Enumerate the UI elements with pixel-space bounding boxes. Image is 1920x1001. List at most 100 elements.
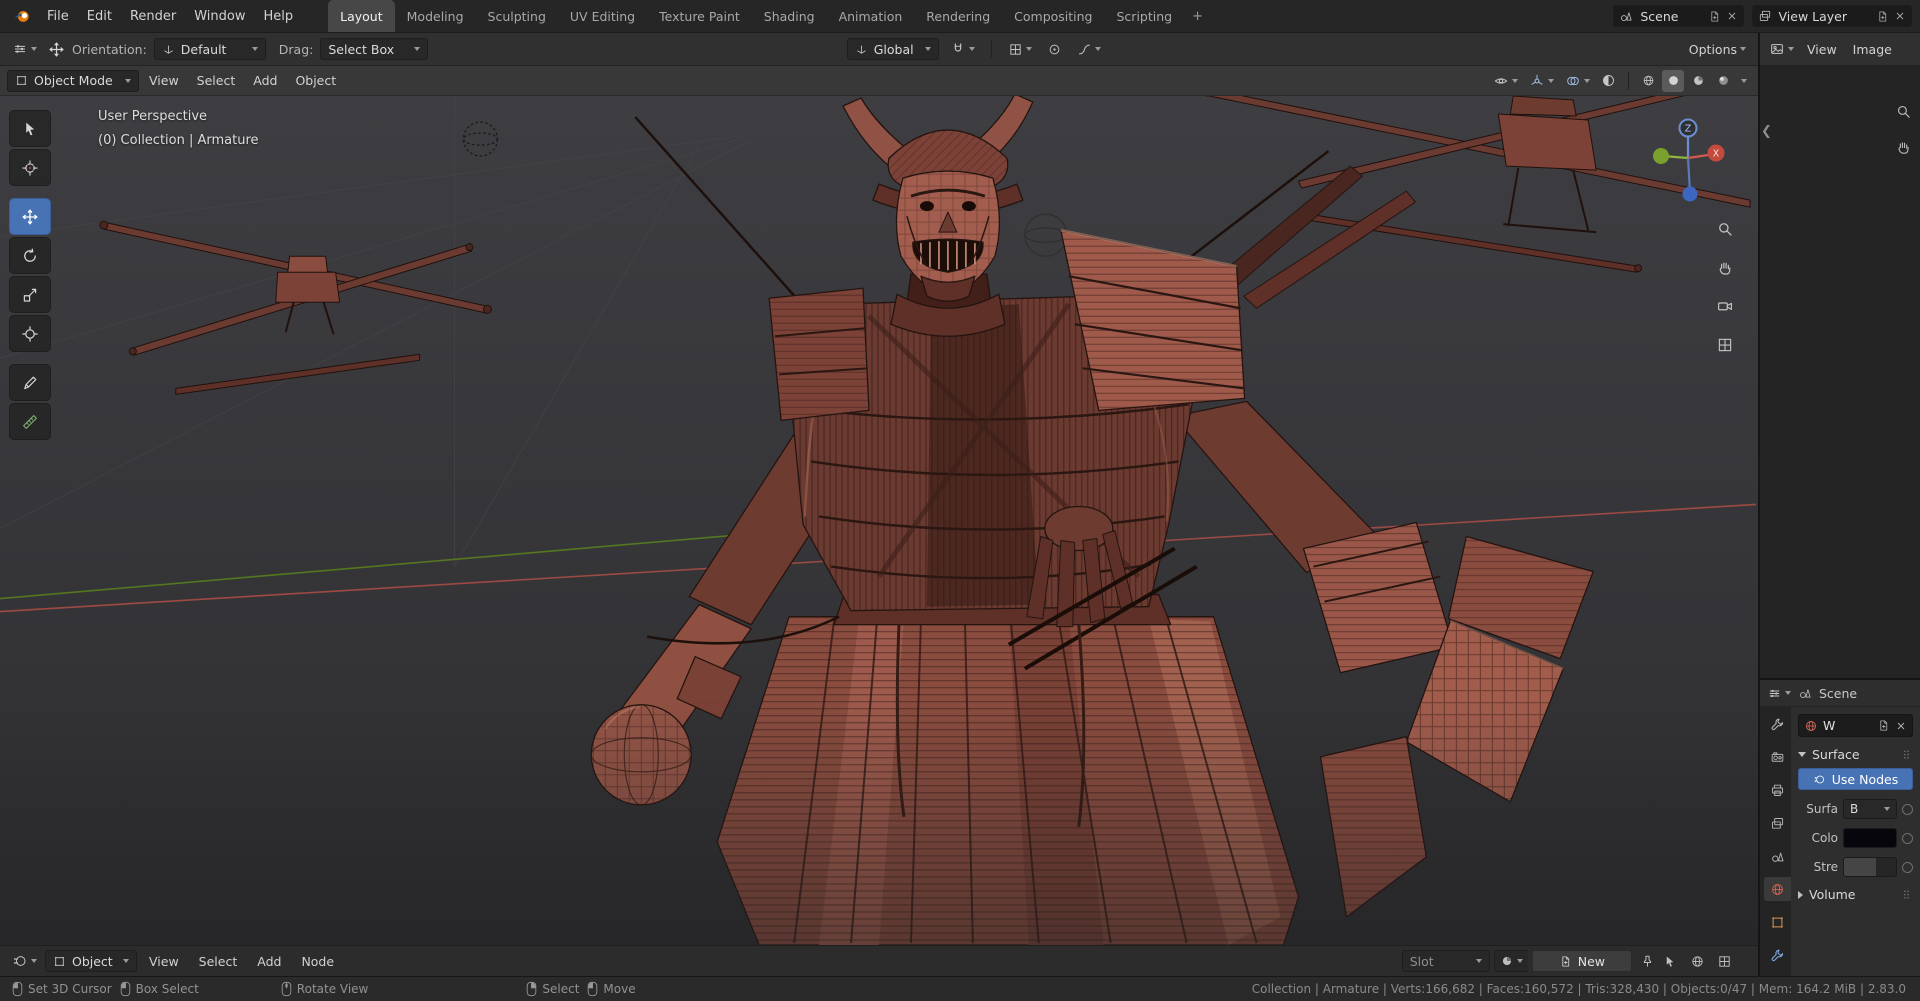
panel-grip-icon[interactable] <box>1900 888 1913 901</box>
tab-texture-paint[interactable]: Texture Paint <box>647 0 752 32</box>
new-scene-icon[interactable] <box>1708 10 1721 23</box>
tool-rotate[interactable] <box>9 237 51 274</box>
snapping-toggle[interactable] <box>946 37 979 61</box>
menu-edit[interactable]: Edit <box>78 0 121 32</box>
unlink-world-icon[interactable] <box>1895 720 1907 732</box>
object-visibility-button[interactable] <box>1489 69 1522 93</box>
zoom-control[interactable] <box>1714 218 1736 240</box>
shader-type-dropdown[interactable]: Object <box>45 950 137 972</box>
image-editor-type-button[interactable] <box>1765 37 1798 61</box>
tool-settings-editor-button[interactable] <box>8 37 41 61</box>
properties-tab-world[interactable] <box>1764 877 1791 901</box>
tab-layout[interactable]: Layout <box>328 0 395 32</box>
viewport-menu-view[interactable]: View <box>141 73 187 88</box>
cursor-snap-icon[interactable] <box>1663 954 1678 969</box>
add-workspace-button[interactable]: + <box>1184 0 1211 32</box>
shader-menu-add[interactable]: Add <box>249 954 289 969</box>
surface-section-header[interactable]: Surface <box>1798 747 1913 762</box>
xray-toggle[interactable] <box>1597 69 1620 93</box>
use-nodes-button[interactable]: Use Nodes <box>1798 768 1913 790</box>
new-view-layer-icon[interactable] <box>1876 10 1889 23</box>
menu-render[interactable]: Render <box>121 0 185 32</box>
camera-view-control[interactable] <box>1714 295 1736 317</box>
image-zoom-control[interactable] <box>1892 100 1914 122</box>
properties-tab-scene[interactable] <box>1764 844 1791 868</box>
drag-dropdown[interactable]: Select Box <box>320 38 429 60</box>
snap-grid-icon[interactable] <box>1717 954 1732 969</box>
unlink-scene-icon[interactable] <box>1726 10 1738 22</box>
color-swatch[interactable] <box>1843 828 1897 848</box>
tool-move[interactable] <box>9 198 51 235</box>
snap-target-button[interactable] <box>1004 37 1036 61</box>
properties-tab-output[interactable] <box>1764 778 1791 802</box>
properties-tab-modifiers[interactable] <box>1764 943 1791 967</box>
region-collapse-arrow[interactable]: ❮ <box>1761 124 1772 139</box>
image-menu-view[interactable]: View <box>1800 42 1844 57</box>
overlays-toggle[interactable] <box>1561 69 1594 93</box>
navigation-gizmo[interactable]: Z X <box>1648 116 1728 204</box>
shader-menu-view[interactable]: View <box>141 954 187 969</box>
tool-transform[interactable] <box>9 315 51 352</box>
browse-material-button[interactable] <box>1493 950 1528 972</box>
menu-help[interactable]: Help <box>255 0 303 32</box>
surface-animate-decorator[interactable] <box>1902 803 1913 815</box>
menu-window[interactable]: Window <box>185 0 254 32</box>
blender-logo-icon[interactable] <box>6 0 38 32</box>
panel-grip-icon[interactable] <box>1900 748 1913 761</box>
image-menu-image[interactable]: Image <box>1846 42 1899 57</box>
tab-animation[interactable]: Animation <box>827 0 915 32</box>
tab-compositing[interactable]: Compositing <box>1002 0 1104 32</box>
tool-annotate[interactable] <box>9 364 51 401</box>
menu-file[interactable]: File <box>38 0 78 32</box>
tool-cursor[interactable] <box>9 149 51 186</box>
remove-view-layer-icon[interactable] <box>1894 10 1906 22</box>
viewport-3d[interactable]: User Perspective (0) Collection | Armatu… <box>0 96 1758 945</box>
strength-slider[interactable] <box>1843 857 1897 877</box>
proportional-editing-toggle[interactable] <box>1043 37 1066 61</box>
new-material-button[interactable]: New <box>1531 950 1632 972</box>
proportional-falloff-button[interactable] <box>1073 37 1105 61</box>
mode-dropdown[interactable]: Object Mode <box>7 69 139 92</box>
volume-section-header[interactable]: Volume <box>1798 887 1913 902</box>
pan-control[interactable] <box>1714 257 1736 279</box>
tab-scripting[interactable]: Scripting <box>1105 0 1185 32</box>
material-slot-dropdown[interactable]: Slot <box>1401 950 1490 972</box>
shading-material-button[interactable] <box>1687 70 1709 92</box>
world-space-icon[interactable] <box>1690 954 1705 969</box>
shading-rendered-button[interactable] <box>1712 70 1734 92</box>
world-datablock-selector[interactable]: W <box>1798 714 1913 737</box>
ortho-toggle-control[interactable] <box>1714 334 1736 356</box>
color-animate-decorator[interactable] <box>1902 832 1913 844</box>
gizmo-y-axis[interactable] <box>1653 148 1669 164</box>
viewport-menu-add[interactable]: Add <box>245 73 285 88</box>
strength-animate-decorator[interactable] <box>1902 861 1913 873</box>
view-layer-selector[interactable]: View Layer <box>1751 5 1912 27</box>
orientation-dropdown[interactable]: Default <box>153 38 266 60</box>
tab-shading[interactable]: Shading <box>752 0 827 32</box>
pin-button[interactable] <box>1636 949 1659 973</box>
viewport-menu-object[interactable]: Object <box>287 73 344 88</box>
properties-tab-view-layer[interactable] <box>1764 811 1791 835</box>
shader-menu-node[interactable]: Node <box>293 954 342 969</box>
new-world-icon[interactable] <box>1877 719 1890 732</box>
shader-menu-select[interactable]: Select <box>191 954 246 969</box>
scene-selector[interactable]: Scene <box>1613 5 1744 27</box>
shader-editor-type-button[interactable] <box>8 949 41 973</box>
shading-wireframe-button[interactable] <box>1637 70 1659 92</box>
surface-shader-dropdown[interactable]: B <box>1843 799 1897 819</box>
image-editor-body[interactable]: ❮ <box>1760 66 1920 678</box>
gizmos-toggle[interactable] <box>1525 69 1558 93</box>
gizmo-neg-z-axis[interactable] <box>1682 186 1698 202</box>
tool-select-box[interactable] <box>9 110 51 147</box>
shading-solid-button[interactable] <box>1662 69 1684 92</box>
viewport-menu-select[interactable]: Select <box>189 73 244 88</box>
tab-rendering[interactable]: Rendering <box>914 0 1002 32</box>
properties-tab-render[interactable] <box>1764 745 1791 769</box>
transform-orientation-dropdown[interactable]: Global <box>846 38 939 60</box>
image-pan-control[interactable] <box>1892 136 1914 158</box>
tab-uv-editing[interactable]: UV Editing <box>558 0 647 32</box>
viewport-canvas[interactable] <box>0 96 1758 945</box>
options-button[interactable]: Options <box>1685 37 1750 61</box>
tab-sculpting[interactable]: Sculpting <box>476 0 558 32</box>
properties-tab-tool[interactable] <box>1764 712 1791 736</box>
